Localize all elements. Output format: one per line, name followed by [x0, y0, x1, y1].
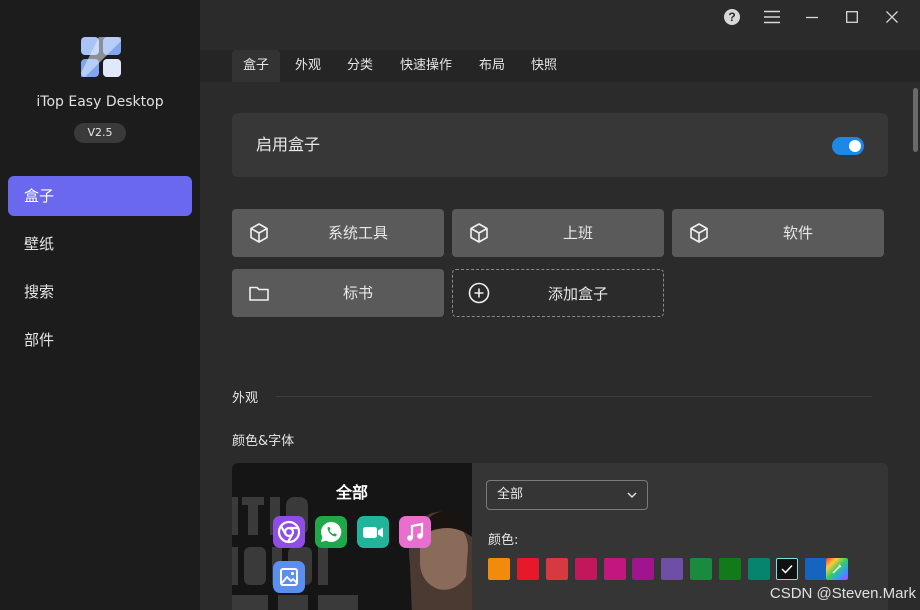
- menu-icon: [764, 10, 780, 24]
- color-swatch-purple[interactable]: [632, 558, 654, 580]
- photos-icon: [273, 561, 305, 593]
- chevron-down-icon: [627, 492, 637, 499]
- box-label: 上班: [562, 224, 593, 242]
- category-select-value: 全部: [497, 487, 524, 502]
- close-icon: [886, 11, 898, 23]
- color-font-subtitle: 颜色&字体: [232, 434, 295, 449]
- window-controls: ?: [712, 6, 912, 28]
- sidebar-item-widgets[interactable]: 部件: [8, 320, 192, 360]
- sidebar-item-search[interactable]: 搜索: [8, 272, 192, 312]
- tab-boxes[interactable]: 盒子: [232, 50, 280, 82]
- color-swatch-green[interactable]: [690, 558, 712, 580]
- tab-bar: 盒子 外观 分类 快速操作 布局 快照: [200, 50, 920, 82]
- box-button-software[interactable]: 软件: [672, 209, 884, 257]
- chrome-icon: [273, 516, 305, 548]
- check-icon: [781, 564, 793, 574]
- music-icon: [399, 516, 431, 548]
- sidebar-item-wallpaper[interactable]: 壁纸: [8, 224, 192, 264]
- help-icon: ?: [724, 9, 740, 25]
- app-logo-icon: [80, 36, 122, 78]
- sidebar-item-boxes[interactable]: 盒子: [8, 176, 192, 216]
- section-divider: [276, 396, 872, 397]
- tab-snapshot[interactable]: 快照: [520, 50, 568, 82]
- watermark: CSDN @Steven.Mark: [769, 585, 916, 602]
- sidebar-nav: 盒子 壁纸 搜索 部件: [8, 176, 192, 368]
- color-swatch-crimson[interactable]: [575, 558, 597, 580]
- box-button-system-tools[interactable]: 系统工具: [232, 209, 444, 257]
- enable-boxes-card: 启用盒子: [232, 113, 888, 177]
- preview-title: 全部: [335, 483, 368, 502]
- tab-layout[interactable]: 布局: [468, 50, 516, 82]
- add-box-button[interactable]: 添加盒子: [452, 269, 664, 317]
- category-select[interactable]: 全部: [486, 480, 648, 510]
- version-badge: V2.5: [74, 123, 126, 143]
- minimize-button[interactable]: [792, 6, 832, 28]
- box-button-work[interactable]: 上班: [452, 209, 664, 257]
- pen-icon: [832, 564, 842, 574]
- box-preview: 全部: [232, 463, 472, 610]
- maximize-button[interactable]: [832, 6, 872, 28]
- box-label: 系统工具: [327, 224, 388, 242]
- color-swatch-coral[interactable]: [546, 558, 568, 580]
- facetime-icon: [357, 516, 389, 548]
- add-box-label: 添加盒子: [547, 285, 608, 303]
- tab-appearance[interactable]: 外观: [284, 50, 332, 82]
- menu-button[interactable]: [752, 6, 792, 28]
- help-button[interactable]: ?: [712, 6, 752, 28]
- box-label: 标书: [342, 284, 373, 302]
- appearance-section-title: 外观: [232, 391, 259, 406]
- color-swatch-violet[interactable]: [661, 558, 683, 580]
- tab-quick-actions[interactable]: 快速操作: [390, 50, 462, 82]
- enable-boxes-label: 启用盒子: [256, 135, 321, 154]
- color-swatch-red[interactable]: [517, 558, 539, 580]
- color-swatch-black-selected[interactable]: [776, 558, 798, 580]
- minimize-icon: [806, 16, 818, 19]
- sidebar: iTop Easy Desktop V2.5 盒子 壁纸 搜索 部件: [0, 0, 200, 610]
- whatsapp-icon: [315, 516, 347, 548]
- color-swatch-dark-green[interactable]: [719, 558, 741, 580]
- tab-categories[interactable]: 分类: [336, 50, 384, 82]
- color-swatch-magenta[interactable]: [604, 558, 626, 580]
- enable-boxes-toggle[interactable]: [832, 137, 864, 155]
- box-button-bids[interactable]: 标书: [232, 269, 444, 317]
- scrollbar[interactable]: [913, 88, 918, 152]
- color-swatch-blue[interactable]: [805, 558, 827, 580]
- color-swatch-teal[interactable]: [748, 558, 770, 580]
- custom-color-picker-icon[interactable]: [826, 558, 848, 580]
- maximize-icon: [846, 11, 858, 23]
- box-label: 软件: [782, 224, 813, 242]
- app-name: iTop Easy Desktop: [36, 94, 164, 110]
- close-button[interactable]: [872, 6, 912, 28]
- color-label: 颜色:: [488, 533, 519, 548]
- color-swatch-orange[interactable]: [488, 558, 510, 580]
